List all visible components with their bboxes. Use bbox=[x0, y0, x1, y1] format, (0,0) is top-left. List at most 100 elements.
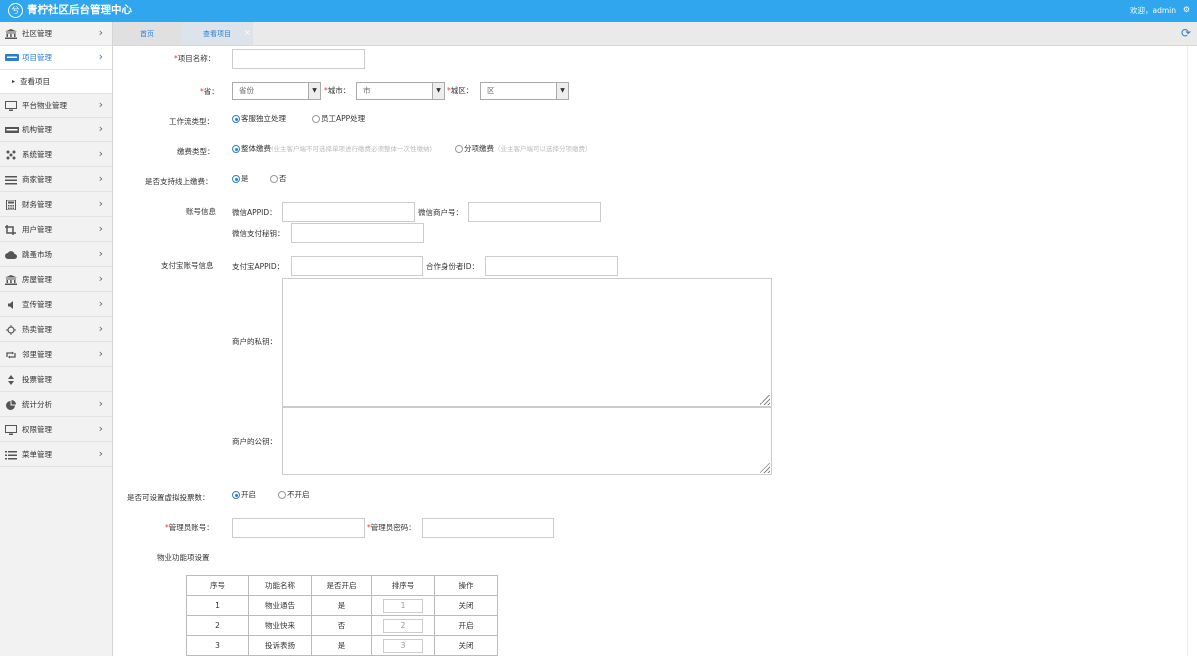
sidebar-item-label: 权限管理 bbox=[22, 425, 52, 434]
func-setting-label: 物业功能项设置 bbox=[157, 553, 210, 562]
workflow-radio-cs[interactable] bbox=[232, 115, 240, 123]
sidebar-item-label: 项目管理 bbox=[22, 53, 52, 62]
chevron-right-icon: › bbox=[98, 222, 103, 235]
row-enabled: 是 bbox=[311, 595, 372, 616]
close-icon[interactable]: × bbox=[244, 28, 251, 37]
project-name-input[interactable] bbox=[232, 49, 365, 69]
fee-radio-item[interactable] bbox=[455, 145, 463, 153]
chevron-right-icon: › bbox=[98, 197, 103, 210]
order-input[interactable]: 2 bbox=[383, 618, 423, 633]
sidebar-item-label: 跳蚤市场 bbox=[22, 250, 52, 259]
resize-grip-icon[interactable] bbox=[760, 395, 770, 405]
sidebar-item-vote[interactable]: 投票管理 bbox=[0, 368, 112, 392]
chevron-down-icon: ▼ bbox=[308, 83, 320, 99]
tab-home[interactable]: 首页 bbox=[113, 22, 181, 45]
chevron-right-icon: › bbox=[98, 422, 103, 435]
order-input[interactable]: 3 bbox=[383, 638, 423, 653]
workflow-label: 工作流类型： bbox=[169, 117, 214, 126]
row-index: 3 bbox=[186, 635, 249, 656]
online-pay-label: 是否支持线上缴费： bbox=[145, 177, 213, 186]
virtual-vote-option-on: 开启 bbox=[241, 490, 256, 499]
row-action-link[interactable]: 开启 bbox=[434, 615, 498, 636]
sidebar-subitem-label: 查看项目 bbox=[20, 77, 50, 86]
monitor-icon bbox=[5, 101, 17, 111]
alipay-info-label: 支付宝账号信息 bbox=[161, 261, 214, 270]
order-input[interactable]: 1 bbox=[383, 598, 423, 613]
sidebar-item-house[interactable]: 房屋管理 › bbox=[0, 268, 112, 292]
chevron-right-icon: › bbox=[98, 50, 103, 63]
wx-appid-input[interactable] bbox=[282, 202, 415, 222]
row-enabled: 是 bbox=[311, 635, 372, 656]
fee-radio-whole[interactable] bbox=[232, 145, 240, 153]
admin-password-input[interactable] bbox=[422, 518, 554, 538]
chevron-right-icon: › bbox=[98, 397, 103, 410]
province-select[interactable]: 省份 ▼ bbox=[232, 82, 321, 100]
alipay-appid-input[interactable] bbox=[291, 256, 423, 276]
chevron-right-icon: › bbox=[98, 98, 103, 111]
district-select[interactable]: 区 ▼ bbox=[480, 82, 569, 100]
col-header-order: 排序号 bbox=[371, 575, 435, 596]
row-action-link[interactable]: 关闭 bbox=[434, 635, 498, 656]
sidebar-item-system[interactable]: 系统管理 › bbox=[0, 143, 112, 167]
desktop-icon bbox=[5, 425, 17, 435]
chevron-right-icon: › bbox=[98, 297, 103, 310]
sidebar-item-label: 用户管理 bbox=[22, 225, 52, 234]
col-header-index: 序号 bbox=[186, 575, 249, 596]
sidebar-item-project[interactable]: 项目管理 › bbox=[0, 46, 112, 70]
chevron-right-icon: › bbox=[98, 347, 103, 360]
sidebar: 社区管理 › 项目管理 › ▸ 查看项目 平台物业管理 › 机构管理 › 系统管… bbox=[0, 22, 113, 656]
virtual-vote-option-off: 不开启 bbox=[287, 490, 310, 499]
online-pay-radio-yes[interactable] bbox=[232, 175, 240, 183]
private-key-textarea[interactable] bbox=[282, 278, 772, 407]
row-order: 1 bbox=[371, 595, 435, 616]
online-pay-radio-no[interactable] bbox=[270, 175, 278, 183]
row-index: 1 bbox=[186, 595, 249, 616]
workflow-radio-app[interactable] bbox=[312, 115, 320, 123]
sidebar-item-org[interactable]: 机构管理 › bbox=[0, 118, 112, 142]
chevron-down-icon: ▼ bbox=[432, 83, 444, 99]
scrollbar[interactable] bbox=[1187, 46, 1197, 656]
sort-icon bbox=[8, 375, 14, 385]
resize-grip-icon[interactable] bbox=[760, 463, 770, 473]
sidebar-item-merchant[interactable]: 商家管理 › bbox=[0, 168, 112, 192]
tab-bar: 首页 查看项目 × ⟳ bbox=[113, 22, 1197, 46]
sidebar-item-hot-sale[interactable]: 热卖管理 › bbox=[0, 318, 112, 342]
col-header-enabled: 是否开启 bbox=[311, 575, 372, 596]
sidebar-item-property[interactable]: 平台物业管理 › bbox=[0, 94, 112, 118]
virtual-vote-radio-off[interactable] bbox=[278, 491, 286, 499]
sidebar-item-community[interactable]: 社区管理 › bbox=[0, 22, 112, 46]
bank-icon bbox=[5, 29, 17, 39]
dots-icon bbox=[6, 150, 16, 160]
sidebar-subitem-view-project[interactable]: ▸ 查看项目 bbox=[0, 70, 112, 94]
sidebar-item-stats[interactable]: 统计分析 › bbox=[0, 393, 112, 417]
app-title: 青柠社区后台管理中心 bbox=[27, 4, 132, 16]
welcome-text: 欢迎，admin bbox=[1130, 6, 1176, 15]
row-action-link[interactable]: 关闭 bbox=[434, 595, 498, 616]
wx-mch-label: 微信商户号： bbox=[418, 208, 463, 217]
gear-icon[interactable]: ⚙ bbox=[1183, 5, 1190, 15]
fee-option-item: 分项缴费（业主客户端可以选择分项缴费） bbox=[464, 144, 592, 153]
online-pay-option-no: 否 bbox=[279, 174, 287, 183]
account-info-label: 账号信息 bbox=[186, 207, 216, 216]
tab-view-project[interactable]: 查看项目 bbox=[181, 22, 253, 45]
sidebar-item-neighbor[interactable]: 邻里管理 › bbox=[0, 343, 112, 367]
sidebar-item-users[interactable]: 用户管理 › bbox=[0, 218, 112, 242]
partner-id-input[interactable] bbox=[485, 256, 618, 276]
wx-secret-input[interactable] bbox=[291, 223, 424, 243]
virtual-vote-radio-on[interactable] bbox=[232, 491, 240, 499]
project-name-label: *项目名称： bbox=[174, 54, 216, 63]
sidebar-item-label: 机构管理 bbox=[22, 125, 52, 134]
sidebar-item-promotion[interactable]: 宣传管理 › bbox=[0, 293, 112, 317]
admin-account-input[interactable] bbox=[232, 518, 365, 538]
fee-type-label: 缴费类型： bbox=[177, 147, 215, 156]
sidebar-item-finance[interactable]: 财务管理 › bbox=[0, 193, 112, 217]
city-select[interactable]: 市 ▼ bbox=[356, 82, 445, 100]
sidebar-item-permission[interactable]: 权限管理 › bbox=[0, 418, 112, 442]
sidebar-item-menu[interactable]: 菜单管理 › bbox=[0, 443, 112, 467]
refresh-icon[interactable]: ⟳ bbox=[1181, 26, 1191, 40]
workflow-option-app: 员工APP处理 bbox=[321, 114, 366, 123]
sidebar-item-flea-market[interactable]: 跳蚤市场 › bbox=[0, 243, 112, 267]
chevron-right-icon: › bbox=[98, 147, 103, 160]
public-key-textarea[interactable] bbox=[282, 407, 772, 475]
wx-mch-input[interactable] bbox=[468, 202, 601, 222]
